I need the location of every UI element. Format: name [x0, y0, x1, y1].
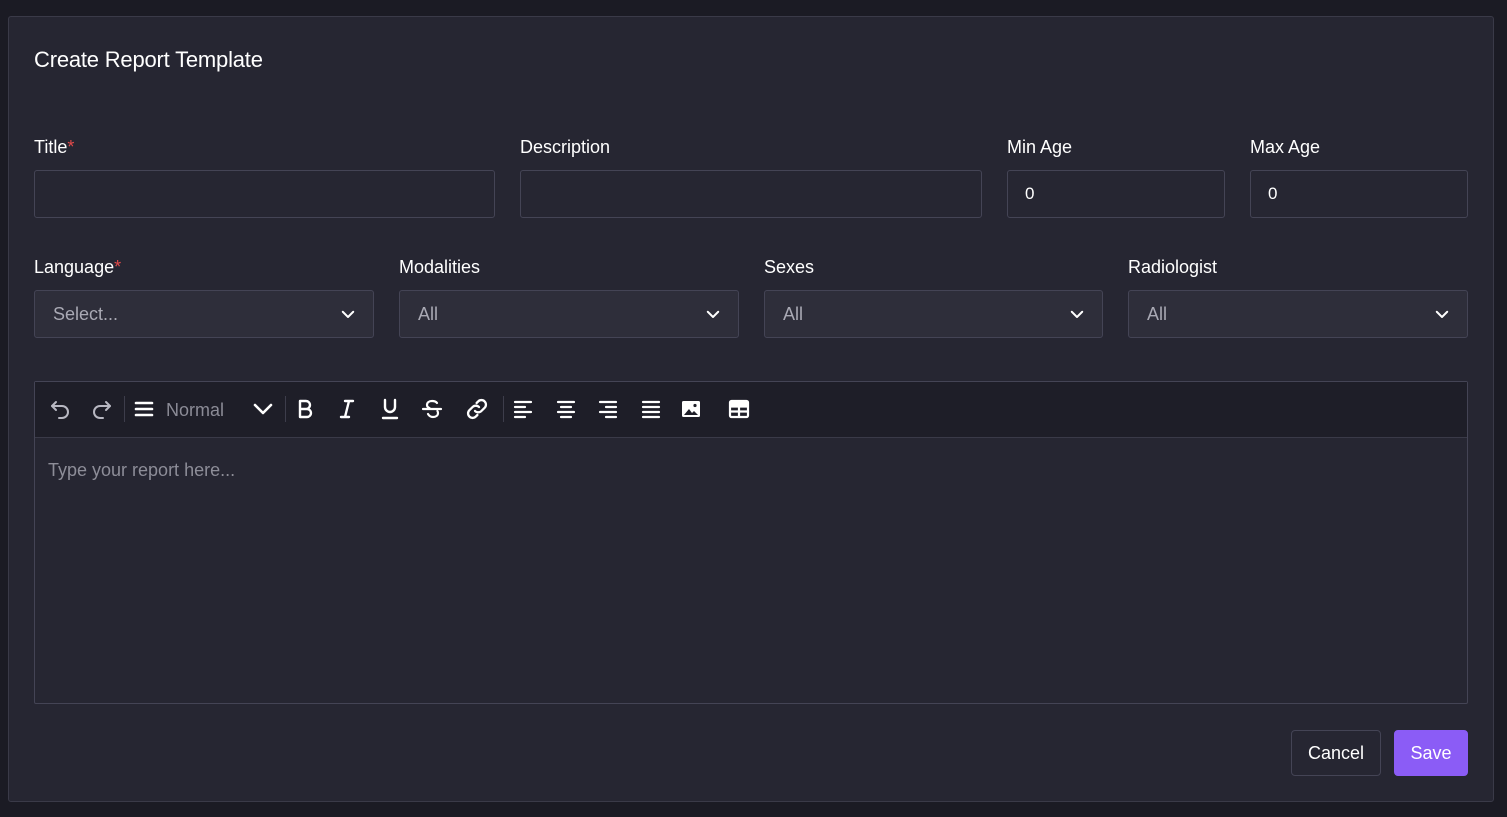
align-center-icon [556, 400, 576, 419]
max-age-input[interactable] [1250, 170, 1468, 218]
chevron-down-icon [1070, 310, 1084, 318]
chevron-down-icon [341, 310, 355, 318]
description-label: Description [520, 137, 611, 157]
underline-button[interactable] [375, 394, 405, 424]
title-input[interactable] [34, 170, 495, 218]
strikethrough-icon [421, 399, 443, 419]
title-label-text: Title [34, 137, 68, 157]
create-report-template-dialog: Create Report Template Title* Descriptio… [8, 16, 1494, 802]
language-label-text: Language [34, 257, 115, 277]
modalities-select-value: All [418, 303, 439, 324]
chevron-down-icon [706, 310, 720, 318]
table-icon [728, 399, 750, 419]
toolbar-divider [285, 396, 286, 422]
undo-button[interactable] [45, 394, 75, 424]
bold-button[interactable] [290, 394, 320, 424]
toolbar-divider [124, 396, 125, 422]
max-age-label: Max Age [1250, 137, 1321, 157]
modalities-select[interactable]: All [399, 290, 739, 338]
editor-toolbar: Normal [35, 382, 1467, 438]
format-dropdown-toggle[interactable] [248, 394, 278, 424]
image-icon [682, 401, 700, 417]
required-marker: * [114, 257, 122, 277]
editor-content-area[interactable]: Type your report here... [48, 460, 235, 481]
save-button[interactable]: Save [1394, 730, 1468, 776]
required-marker: * [67, 137, 75, 157]
sexes-select-value: All [783, 303, 804, 324]
sexes-label: Sexes [764, 257, 815, 277]
align-left-button[interactable] [508, 394, 538, 424]
link-icon [466, 398, 488, 420]
chevron-down-icon [1435, 310, 1449, 318]
language-select[interactable]: Select... [34, 290, 374, 338]
paragraph-format-button[interactable] [129, 394, 159, 424]
italic-button[interactable] [332, 394, 362, 424]
chevron-down-icon [253, 403, 273, 415]
toolbar-divider [503, 396, 504, 422]
undo-icon [51, 401, 69, 419]
radiologist-select-value: All [1147, 303, 1168, 324]
format-select-value[interactable]: Normal [166, 400, 224, 421]
title-label: Title* [34, 137, 74, 158]
report-editor: Normal Type your report here... [34, 381, 1468, 704]
align-left-icon [513, 400, 533, 419]
align-right-button[interactable] [593, 394, 623, 424]
modalities-label: Modalities [399, 257, 481, 277]
radiologist-select[interactable]: All [1128, 290, 1468, 338]
underline-icon [381, 398, 399, 420]
link-button[interactable] [462, 394, 492, 424]
insert-table-button[interactable] [724, 394, 754, 424]
min-age-input[interactable] [1007, 170, 1225, 218]
redo-icon [93, 401, 111, 419]
description-input[interactable] [520, 170, 982, 218]
insert-image-button[interactable] [676, 394, 706, 424]
language-select-value: Select... [53, 303, 119, 324]
align-right-icon [598, 400, 618, 419]
dialog-title: Create Report Template [34, 47, 263, 72]
strikethrough-button[interactable] [417, 394, 447, 424]
align-justify-icon [641, 400, 661, 419]
paragraph-format-icon [134, 401, 154, 417]
cancel-button[interactable]: Cancel [1291, 730, 1381, 776]
sexes-select[interactable]: All [764, 290, 1103, 338]
radiologist-label: Radiologist [1128, 257, 1218, 277]
redo-button[interactable] [87, 394, 117, 424]
min-age-label: Min Age [1007, 137, 1073, 157]
align-center-button[interactable] [551, 394, 581, 424]
align-justify-button[interactable] [636, 394, 666, 424]
bold-icon [298, 399, 313, 419]
italic-icon [339, 399, 355, 419]
language-label: Language* [34, 257, 121, 278]
